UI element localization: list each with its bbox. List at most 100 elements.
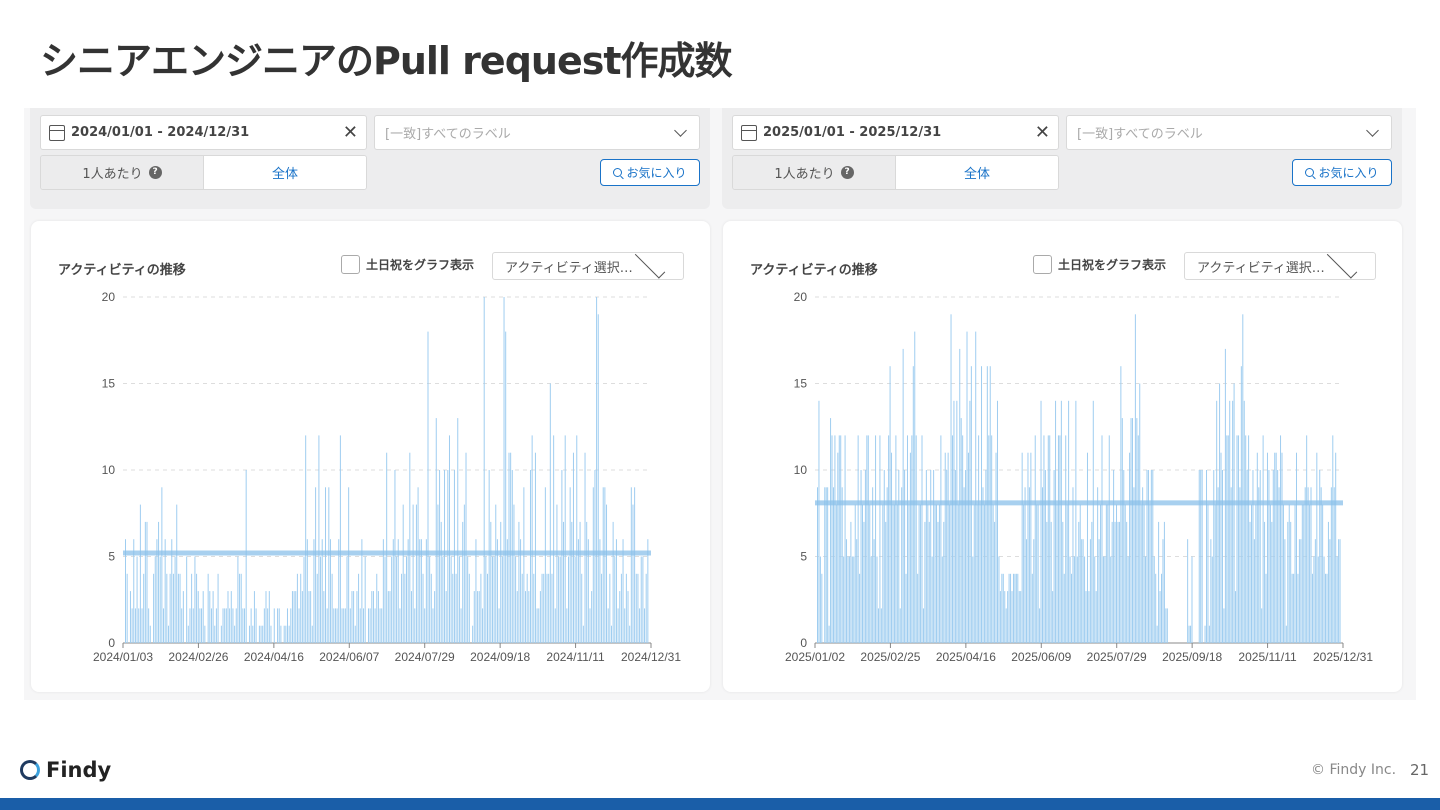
bar (498, 608, 500, 643)
bar (149, 625, 151, 643)
bar (1131, 418, 1133, 643)
bar (447, 470, 449, 643)
bar (1028, 487, 1030, 643)
bar (1280, 435, 1282, 643)
bar (972, 556, 974, 643)
bar (1036, 504, 1038, 643)
bar (1010, 573, 1012, 643)
bar (607, 608, 609, 643)
bar (323, 591, 325, 643)
bar (1188, 625, 1190, 643)
bar (1333, 487, 1335, 643)
bar (1055, 400, 1057, 643)
bar (906, 435, 908, 643)
bar (141, 608, 143, 643)
bar (1076, 556, 1078, 643)
bar (1139, 383, 1141, 643)
bar (843, 556, 845, 643)
bar (143, 573, 145, 643)
bar (177, 573, 179, 643)
bar (538, 608, 540, 643)
bar (1265, 573, 1267, 643)
per-person-option[interactable]: 1人あたり ? (733, 156, 895, 189)
bar (280, 625, 282, 643)
bar (336, 608, 338, 643)
bar (318, 435, 320, 643)
bar (1050, 521, 1052, 643)
question-icon[interactable]: ? (148, 166, 162, 179)
bar (1191, 556, 1193, 643)
bar (1291, 573, 1293, 643)
bar (863, 521, 865, 643)
bar (1069, 556, 1071, 643)
bar (242, 608, 244, 643)
per-person-option[interactable]: 1人あたり ? (41, 156, 203, 189)
y-tick-label: 5 (800, 550, 807, 564)
aggregation-toggle: 1人あたり ? 全体 (732, 155, 1059, 190)
all-option[interactable]: 全体 (895, 156, 1058, 189)
bar (1242, 314, 1244, 643)
bar (551, 573, 553, 643)
bar (862, 504, 863, 643)
close-icon[interactable]: ✕ (343, 122, 358, 143)
all-option[interactable]: 全体 (203, 156, 366, 189)
bar (387, 591, 389, 643)
bar (404, 573, 406, 643)
bar (529, 470, 531, 643)
bar (1110, 556, 1112, 643)
bar (1284, 539, 1286, 643)
bar (255, 608, 257, 643)
bar (594, 470, 596, 643)
bar (566, 608, 568, 643)
bar (224, 608, 226, 643)
bar (192, 608, 194, 643)
bar (230, 591, 232, 643)
label-select[interactable]: [一致]すべてのラベル (1066, 115, 1392, 150)
bar (1124, 504, 1126, 643)
bar (1117, 521, 1119, 643)
bar (189, 608, 191, 643)
bar (1162, 539, 1164, 643)
search-icon (613, 168, 623, 177)
footer-bar (0, 798, 1440, 810)
bar (1204, 625, 1206, 643)
bar (1066, 504, 1068, 643)
bar (534, 452, 536, 643)
bar (134, 608, 136, 643)
bar (1309, 504, 1311, 643)
bar (1249, 521, 1251, 643)
close-icon[interactable]: ✕ (1035, 122, 1050, 143)
bar (572, 452, 574, 643)
bar (415, 504, 417, 643)
favorites-button[interactable]: お気に入り (1292, 159, 1392, 186)
bar (199, 608, 201, 643)
activity-bar-chart: 0 5 10 15 20 2024/01/03 2024/02/26 2024/04/16 20… (93, 290, 681, 664)
bar (1086, 452, 1088, 643)
label-select[interactable]: [一致]すべてのラベル (374, 115, 700, 150)
bar (1008, 573, 1010, 643)
bar (1166, 608, 1168, 643)
bar (969, 400, 971, 643)
bar (558, 556, 560, 643)
bar (1005, 608, 1007, 643)
bar (824, 487, 826, 643)
x-tick-label: 2025/12/31 (1313, 650, 1373, 664)
bar (1239, 487, 1241, 643)
bar (985, 470, 987, 643)
bar (1107, 504, 1109, 643)
bar (348, 487, 350, 643)
calendar-icon (49, 124, 65, 141)
bar (877, 608, 879, 643)
bar (349, 608, 351, 643)
bar (1327, 521, 1329, 643)
date-range-field[interactable]: 2024/01/01 - 2024/12/31 ✕ (40, 115, 367, 150)
chevron-down-icon (674, 123, 687, 137)
date-range-field[interactable]: 2025/01/01 - 2025/12/31 ✕ (732, 115, 1059, 150)
question-icon[interactable]: ? (840, 166, 854, 179)
bar (1145, 556, 1147, 643)
favorites-button[interactable]: お気に入り (600, 159, 700, 186)
bar (614, 556, 616, 643)
bar (924, 521, 926, 643)
bar (468, 573, 470, 643)
bar (921, 435, 923, 643)
